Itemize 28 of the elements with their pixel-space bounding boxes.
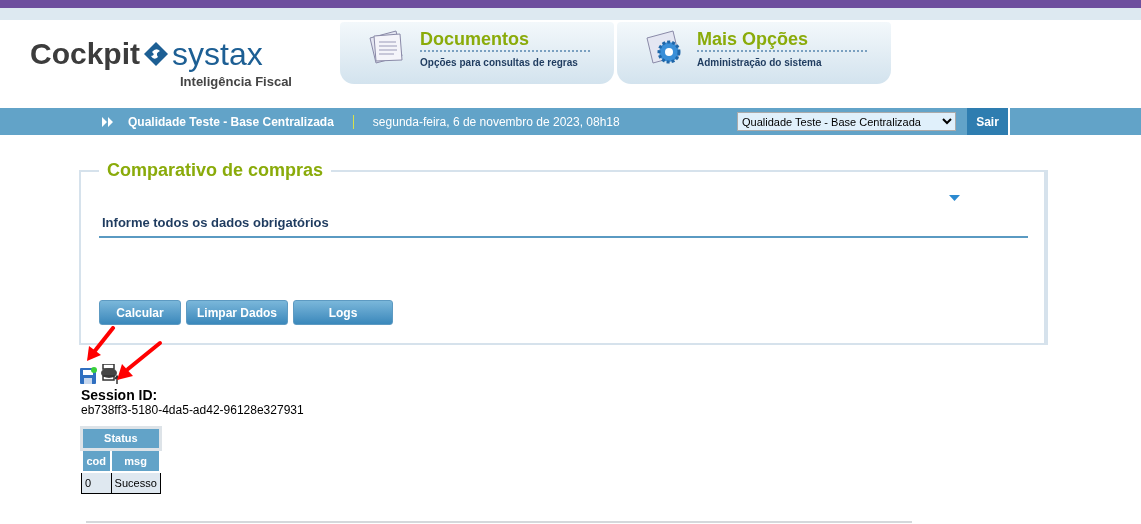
action-button[interactable]: Logs [293, 300, 393, 325]
table-cell: 0 [81, 471, 112, 494]
base-select[interactable]: Qualidade Teste - Base Centralizada [737, 112, 956, 131]
logout-button[interactable]: Sair [967, 108, 1010, 135]
nav-tab-subtitle: Opções para consultas de regras [420, 56, 579, 70]
save-icon[interactable] [80, 367, 97, 384]
logo-text: Cockpit [30, 39, 140, 69]
session-label: Session ID: [81, 387, 159, 403]
nav-tab-title: Mais Opções [697, 28, 867, 52]
action-button[interactable]: Limpar Dados [186, 300, 288, 325]
logo-tagline: Inteligência Fiscal [180, 73, 293, 91]
panel-title: Comparativo de compras [99, 160, 332, 180]
double-chevron-icon [102, 116, 114, 127]
logo-text: systax [172, 38, 263, 70]
section-heading: Informe todos os dados obrigatórios [102, 215, 329, 230]
table-title: Status [81, 427, 161, 450]
column-header: cod [81, 449, 112, 472]
nav-tab-title: Documentos [420, 28, 590, 52]
csv-export-icon[interactable] [100, 364, 120, 384]
nav-tab[interactable]: Mais Opções Administração do sistema [617, 22, 891, 84]
company-name: Qualidade Teste - Base Centralizada [128, 113, 334, 131]
nav-tab-subtitle: Administração do sistema [697, 56, 823, 70]
logo-mark-icon [143, 41, 169, 67]
action-button[interactable]: Calcular [99, 300, 181, 325]
dropdown-triangle-icon[interactable] [949, 195, 960, 201]
session-id: eb738ff3-5180-4da5-ad42-96128e327931 [81, 403, 305, 418]
nav-tab[interactable]: Documentos Opções para consultas de regras [340, 22, 614, 84]
date-text: segunda-feira, 6 de novembro de 2023, 08h18 [372, 113, 620, 131]
